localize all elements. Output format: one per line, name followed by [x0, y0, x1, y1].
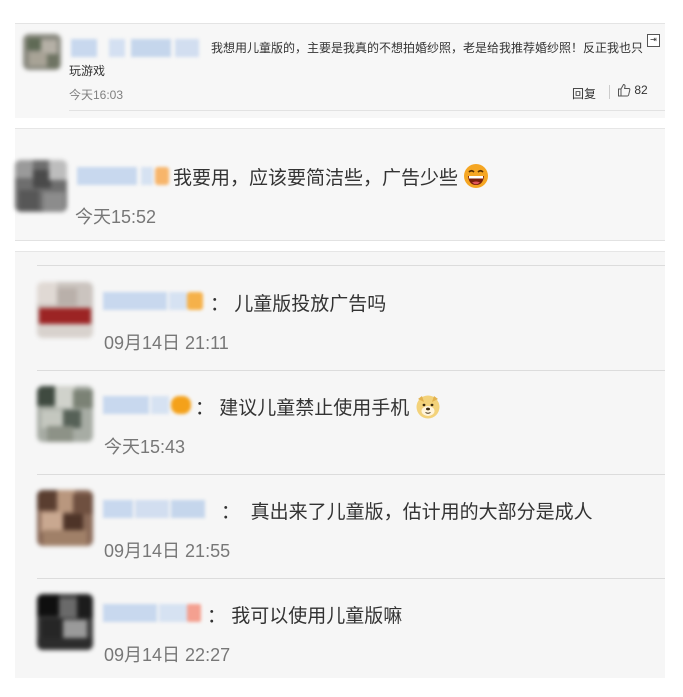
avatar[interactable] [37, 386, 93, 442]
reply-text-body: 我可以使用儿童版嘛 [231, 606, 403, 627]
comment-time: 今天15:52 [75, 207, 157, 227]
avatar[interactable] [15, 160, 67, 212]
reply-text: ： 儿童版投放广告吗 [210, 294, 387, 315]
comment-text-continued: 玩游戏 [69, 64, 106, 78]
thumbs-up-icon [618, 83, 631, 97]
reply-item: ： 真出来了儿童版，估计用的大部分是成人 09月14日 21:55 [15, 482, 665, 582]
username-blurred[interactable] [103, 396, 193, 414]
reply-text: ： 真出来了儿童版，估计用的大部分是成人 [221, 502, 593, 523]
reply-button[interactable]: 回复 [572, 85, 596, 102]
replies-panel: ： 儿童版投放广告吗 09月14日 21:11 ： 建议儿童禁止使用手机 今天1… [15, 251, 665, 678]
expand-icon[interactable]: ⇥ [647, 34, 660, 47]
avatar[interactable] [37, 282, 93, 338]
divider [37, 474, 665, 475]
comment-time: 今天16:03 [69, 88, 124, 102]
divider [15, 240, 665, 241]
divider [37, 370, 665, 371]
reply-time: 今天15:43 [104, 437, 186, 457]
doge-emoji-icon [416, 395, 440, 419]
reply-text: ： 建议儿童禁止使用手机 [195, 393, 441, 420]
username-blurred[interactable] [103, 292, 205, 310]
avatar[interactable] [37, 490, 93, 546]
avatar[interactable] [23, 34, 61, 70]
comment-text-body: 我要用，应该要简洁些，广告少些 [173, 168, 459, 189]
username-blurred[interactable] [77, 167, 169, 185]
avatar[interactable] [37, 594, 93, 650]
comment-card-top: 我想用儿童版的，主要是我真的不想拍婚纱照，老是给我推荐婚纱照！反正我也只 玩游戏… [15, 23, 665, 118]
divider [37, 578, 665, 579]
comment-text: 我想用儿童版的，主要是我真的不想拍婚纱照，老是给我推荐婚纱照！反正我也只 [211, 41, 644, 55]
comment-text: 我要用，应该要简洁些，广告少些 [173, 163, 489, 190]
reply-text: ： 我可以使用儿童版嘛 [207, 606, 403, 627]
reply-item: ： 儿童版投放广告吗 09月14日 21:11 [15, 274, 665, 374]
reply-item: ： 我可以使用儿童版嘛 09月14日 22:27 [15, 586, 665, 678]
divider [37, 265, 665, 266]
laughing-emoji-icon [464, 164, 489, 188]
like-count: 82 [634, 83, 648, 97]
reply-text-body: 真出来了儿童版，估计用的大部分是成人 [250, 502, 593, 523]
reply-time: 09月14日 21:11 [104, 333, 229, 353]
comment-card: 我要用，应该要简洁些，广告少些 今天15:52 [15, 128, 665, 241]
action-separator [609, 85, 610, 99]
username-blurred[interactable] [71, 39, 199, 57]
reply-time: 09月14日 21:55 [104, 541, 231, 561]
like-button[interactable]: 82 [617, 83, 648, 97]
reply-text-body: 建议儿童禁止使用手机 [219, 398, 410, 419]
reply-text-body: 儿童版投放广告吗 [234, 294, 387, 315]
reply-item: ： 建议儿童禁止使用手机 今天15:43 [15, 378, 665, 478]
divider [69, 110, 665, 111]
reply-time: 09月14日 22:27 [104, 645, 231, 665]
username-blurred[interactable] [103, 500, 205, 518]
username-blurred[interactable] [103, 604, 203, 622]
